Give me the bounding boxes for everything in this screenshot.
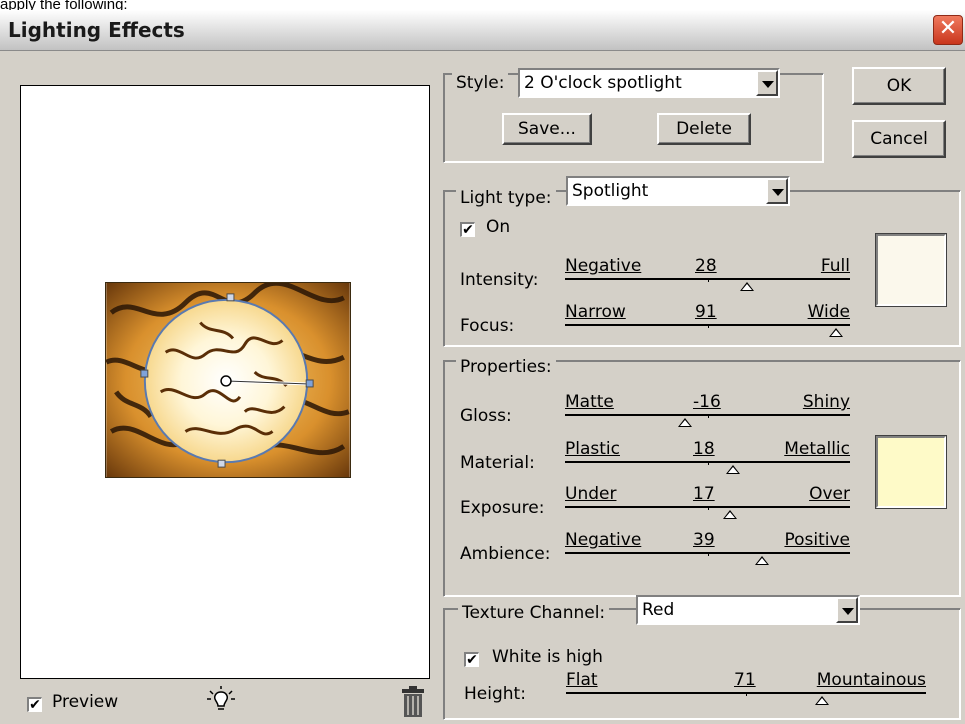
close-button[interactable]: ✕: [933, 15, 963, 45]
style-dropdown-arrow-icon[interactable]: [756, 70, 778, 96]
gloss-min-label: Matte: [565, 392, 614, 412]
gloss-value: -16: [693, 392, 721, 412]
intensity-value: 28: [695, 256, 717, 276]
ambience-min-label: Negative: [565, 530, 642, 550]
light-type-dropdown-arrow-icon[interactable]: [766, 178, 788, 204]
intensity-label: Intensity:: [460, 270, 539, 290]
height-label: Height:: [464, 684, 526, 704]
preview-image[interactable]: [105, 282, 351, 478]
focus-value: 91: [695, 302, 717, 322]
light-type-label: Light type:: [456, 188, 556, 208]
delete-button[interactable]: Delete: [657, 113, 751, 145]
intensity-min-label: Negative: [565, 256, 642, 276]
style-label: Style:: [452, 73, 509, 93]
light-type-dropdown[interactable]: Spotlight: [566, 176, 790, 206]
focus-slider-thumb-icon[interactable]: [828, 328, 843, 337]
intensity-max-label: Full: [820, 256, 850, 276]
ambience-slider-tick: [707, 552, 709, 556]
intensity-slider-tick: [707, 278, 709, 282]
focus-label: Focus:: [460, 316, 515, 336]
light-type-dropdown-value: Spotlight: [572, 181, 649, 201]
light-on-checkbox[interactable]: ✔: [460, 222, 475, 237]
height-value: 71: [734, 670, 756, 690]
material-min-label: Plastic: [565, 439, 620, 459]
focus-max-label: Wide: [807, 302, 850, 322]
exposure-max-label: Over: [809, 484, 850, 504]
white-is-high-checkbox[interactable]: ✔: [464, 652, 479, 667]
exposure-min-label: Under: [565, 484, 617, 504]
height-max-label: Mountainous: [816, 670, 926, 690]
gloss-slider-thumb-icon[interactable]: [677, 418, 692, 427]
ambience-label: Ambience:: [460, 544, 551, 564]
exposure-slider-thumb-icon[interactable]: [723, 510, 738, 519]
texture-channel-dropdown-arrow-icon[interactable]: [836, 597, 858, 623]
preview-pane[interactable]: [20, 85, 430, 679]
properties-label: Properties:: [456, 357, 556, 377]
exposure-value: 17: [693, 484, 715, 504]
material-max-label: Metallic: [784, 439, 850, 459]
focus-min-label: Narrow: [565, 302, 626, 322]
cancel-button[interactable]: Cancel: [852, 120, 946, 158]
preview-checkbox[interactable]: ✔: [27, 697, 42, 712]
white-is-high-label: White is high: [492, 647, 603, 667]
material-label: Material:: [460, 453, 535, 473]
light-color-swatch[interactable]: [875, 233, 947, 307]
material-slider-tick: [707, 461, 709, 465]
style-dropdown-value: 2 O'clock spotlight: [524, 73, 682, 93]
save-button[interactable]: Save...: [502, 113, 592, 145]
intensity-slider-thumb-icon[interactable]: [740, 282, 755, 291]
close-icon: ✕: [938, 16, 958, 41]
lighting-effects-dialog: Lighting Effects ✕ ✔ Preview OK Cancel S…: [0, 10, 965, 724]
ok-button[interactable]: OK: [852, 67, 946, 105]
ambience-value: 39: [693, 530, 715, 550]
material-slider-thumb-icon[interactable]: [726, 465, 741, 474]
texture-channel-label: Texture Channel:: [458, 603, 610, 623]
exposure-label: Exposure:: [460, 498, 545, 518]
exposure-slider-tick: [707, 506, 709, 510]
gloss-slider-tick: [707, 414, 709, 418]
window-title: Lighting Effects: [8, 18, 185, 42]
ambient-color-swatch[interactable]: [875, 435, 947, 509]
height-min-label: Flat: [566, 670, 598, 690]
light-bulb-icon[interactable]: [205, 686, 237, 716]
gloss-max-label: Shiny: [802, 392, 850, 412]
ambience-max-label: Positive: [784, 530, 850, 550]
light-on-label: On: [486, 217, 511, 237]
height-slider-thumb-icon[interactable]: [814, 696, 829, 705]
style-dropdown[interactable]: 2 O'clock spotlight: [518, 68, 780, 98]
texture-channel-dropdown-value: Red: [642, 600, 675, 620]
preview-label: Preview: [52, 692, 119, 712]
material-value: 18: [693, 439, 715, 459]
gloss-label: Gloss:: [460, 406, 512, 426]
focus-slider-tick: [707, 324, 709, 328]
height-slider-tick: [746, 692, 747, 696]
trash-icon[interactable]: [402, 686, 424, 718]
title-bar[interactable]: Lighting Effects ✕: [0, 10, 965, 51]
ambience-slider-thumb-icon[interactable]: [754, 556, 769, 565]
texture-channel-dropdown[interactable]: Red: [636, 595, 860, 625]
